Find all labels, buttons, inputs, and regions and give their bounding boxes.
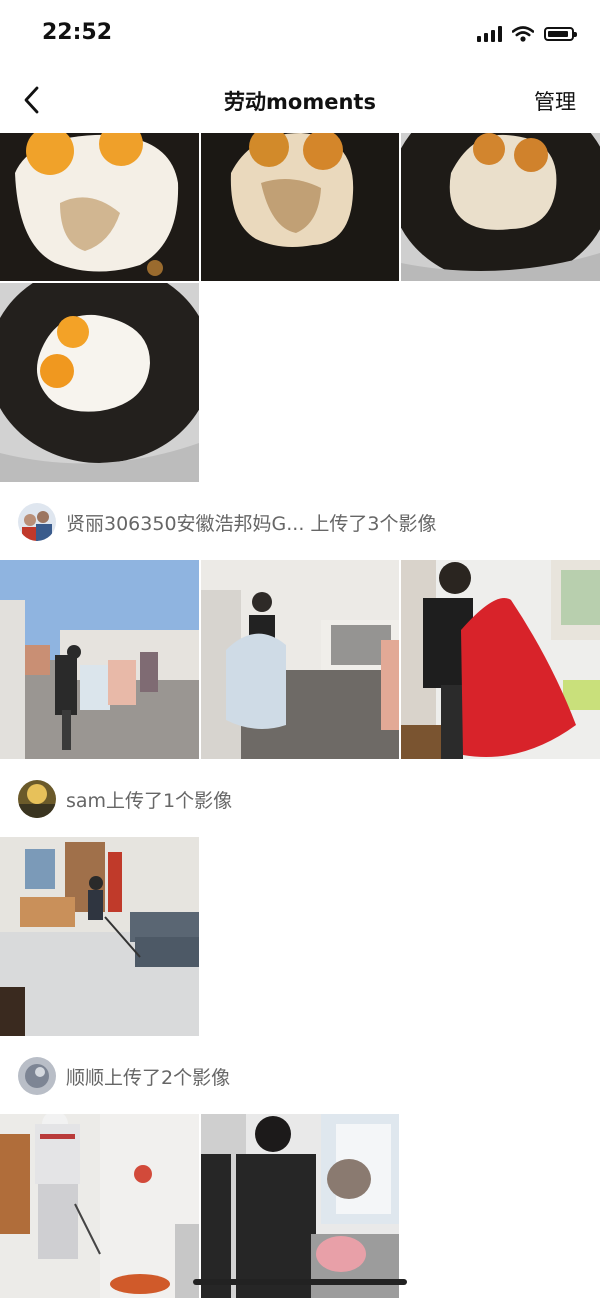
photo-thumbnail[interactable] <box>0 837 199 1036</box>
avatar[interactable] <box>18 1057 56 1095</box>
photo-thumbnail[interactable] <box>0 560 199 759</box>
battery-icon <box>544 27 577 41</box>
photo-thumbnail[interactable] <box>0 283 199 482</box>
upload-summary-text: 顺顺上传了2个影像 <box>66 1066 231 1089</box>
photo-thumbnail[interactable] <box>401 560 600 759</box>
upload-summary: 顺顺上传了2个影像 <box>18 1056 230 1096</box>
wifi-icon <box>512 26 534 42</box>
page-title: 劳动moments <box>224 90 376 114</box>
photo-thumbnail[interactable] <box>201 1114 399 1298</box>
upload-summary-text: 贤丽306350安徽浩邦妈G... 上传了3个影像 <box>66 512 437 535</box>
manage-button[interactable]: 管理 <box>534 86 576 116</box>
status-time: 22:52 <box>42 20 113 45</box>
upload-summary: 贤丽306350安徽浩邦妈G... 上传了3个影像 <box>18 502 437 542</box>
photo-thumbnail[interactable] <box>201 133 399 281</box>
nav-bar: 劳动moments 管理 <box>0 70 600 132</box>
avatar[interactable] <box>18 503 56 541</box>
status-icons <box>477 26 577 42</box>
photo-thumbnail[interactable] <box>401 133 600 281</box>
photo-thumbnail[interactable] <box>201 560 399 759</box>
photo-thumbnail[interactable] <box>0 1114 199 1298</box>
photo-thumbnail[interactable] <box>0 133 199 281</box>
upload-summary-text: sam上传了1个影像 <box>66 789 233 812</box>
status-bar: 22:52 <box>0 0 600 70</box>
upload-summary: sam上传了1个影像 <box>18 779 232 819</box>
cellular-signal-icon <box>477 26 502 42</box>
home-indicator[interactable] <box>193 1279 407 1285</box>
avatar[interactable] <box>18 780 56 818</box>
